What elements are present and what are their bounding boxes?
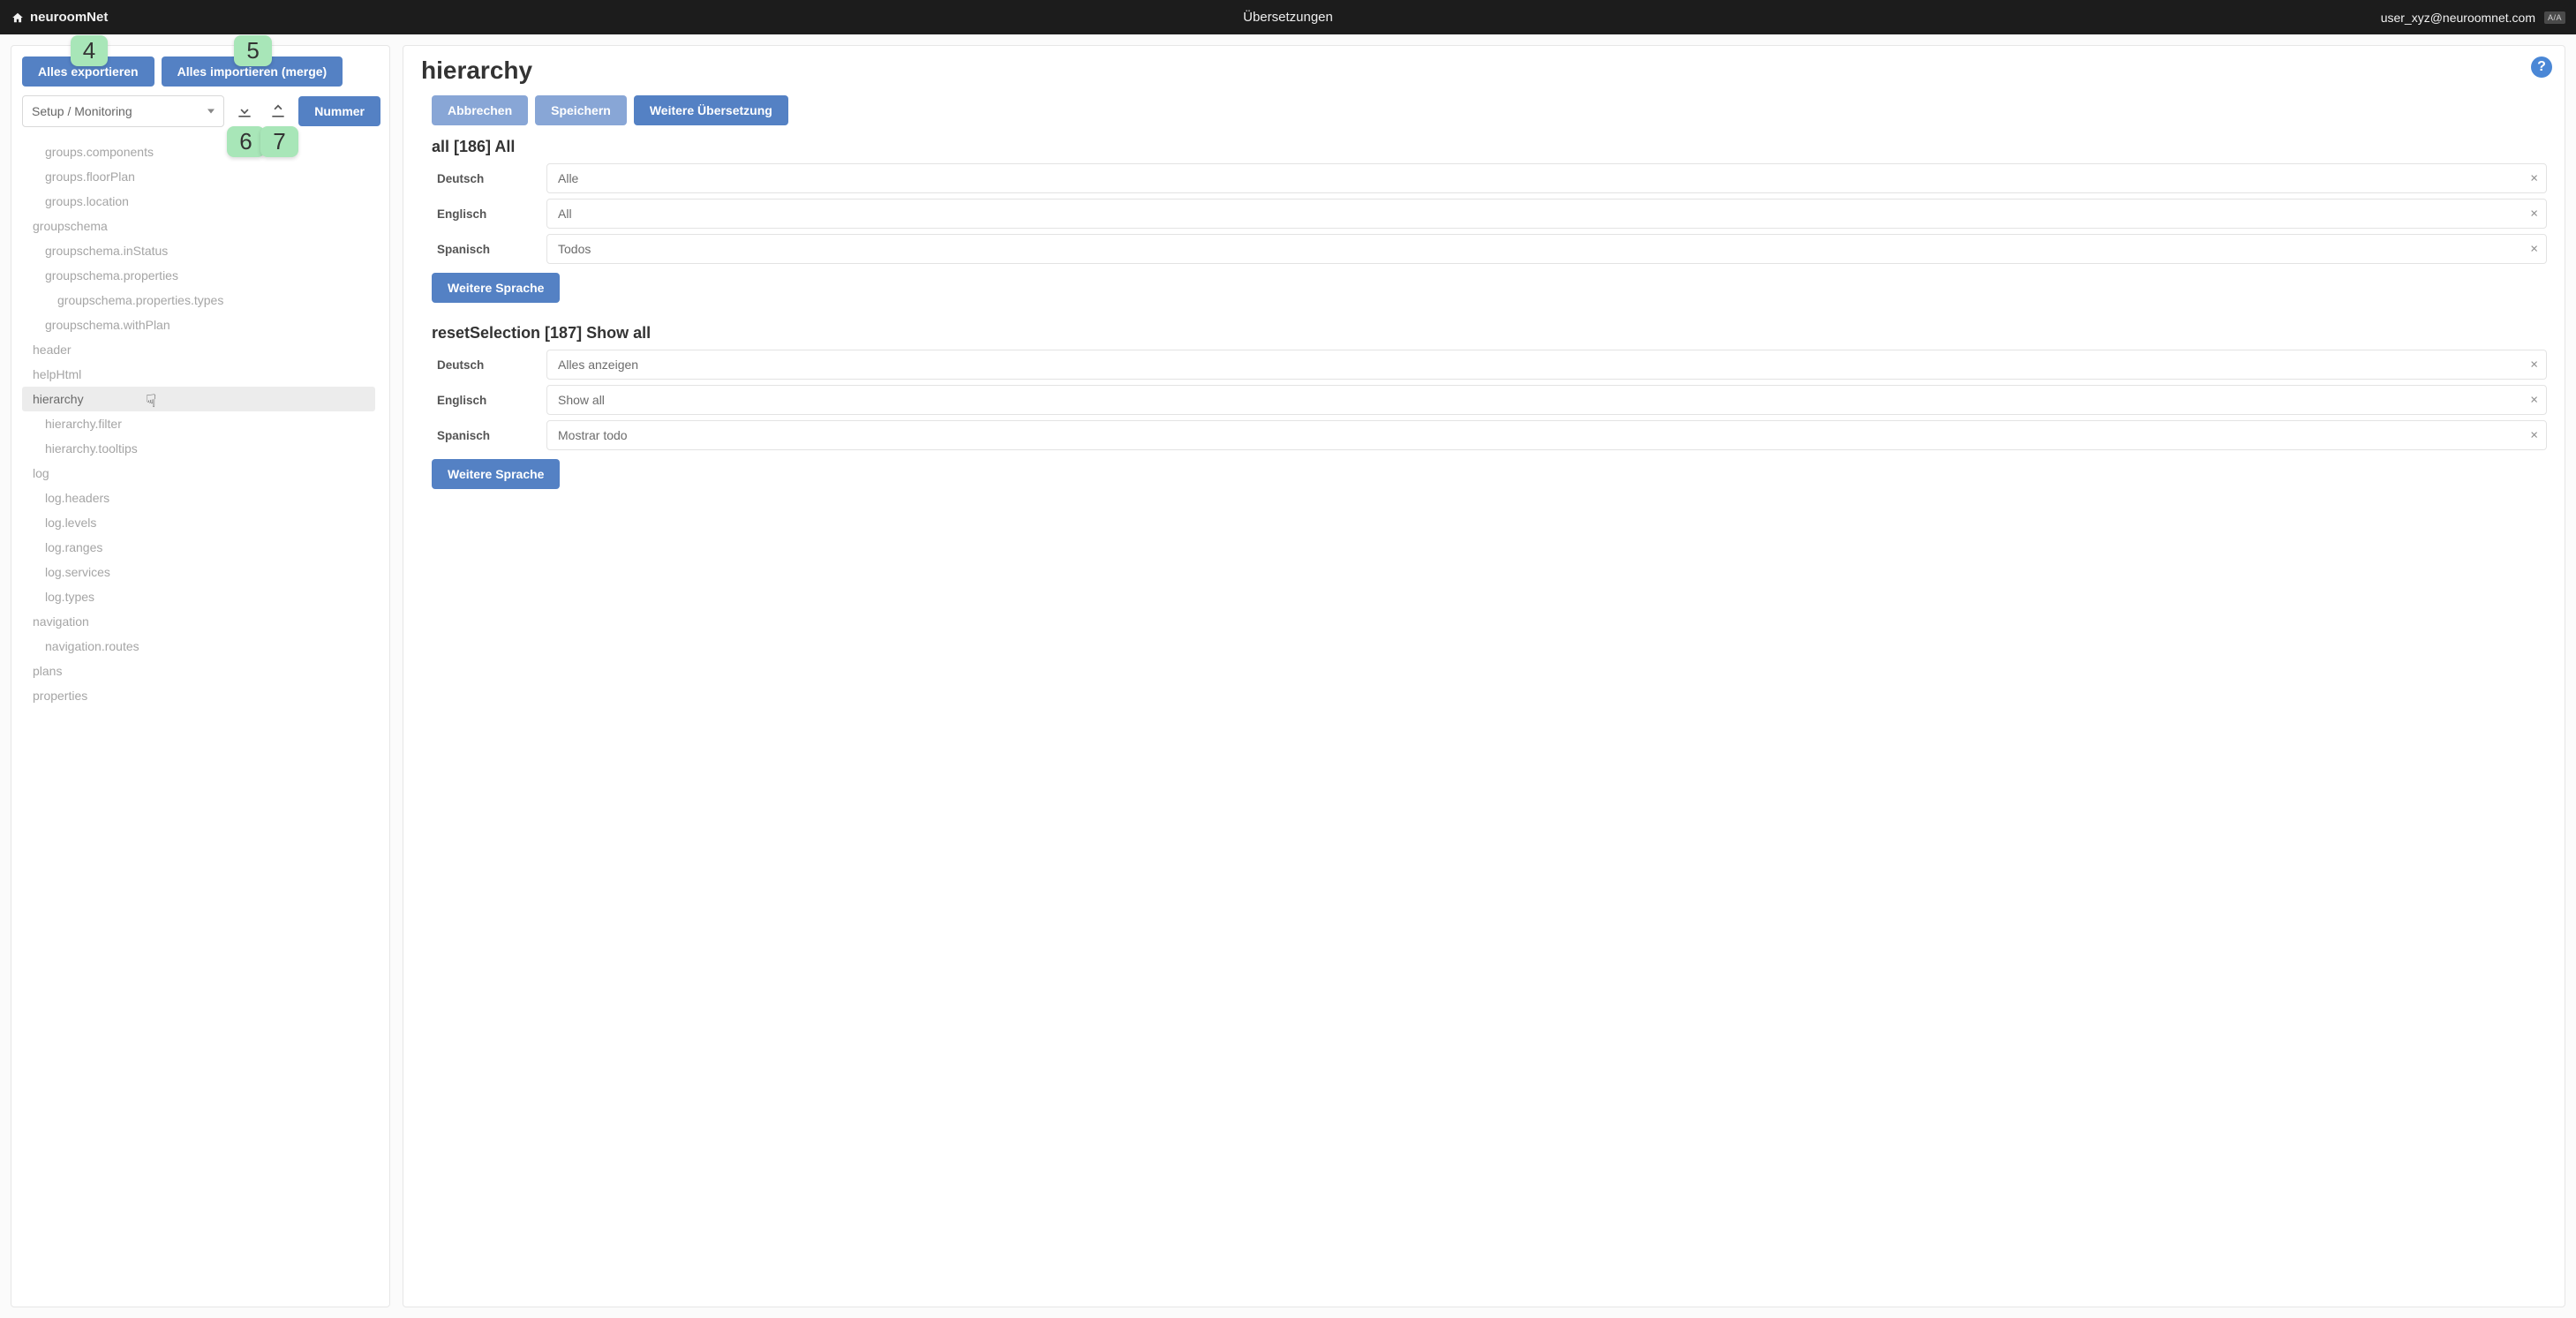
tree-item[interactable]: groups.location	[22, 189, 375, 214]
language-label: Spanisch	[432, 243, 546, 256]
translation-input-wrap: ×	[546, 420, 2547, 450]
more-language-button[interactable]: Weitere Sprache	[432, 273, 560, 303]
cancel-button[interactable]: Abbrechen	[432, 95, 528, 125]
save-button[interactable]: Speichern	[535, 95, 627, 125]
language-label: Englisch	[432, 394, 546, 407]
module-select[interactable]: Setup / Monitoring	[22, 95, 224, 127]
translation-input[interactable]	[546, 350, 2547, 380]
clear-icon[interactable]: ×	[2530, 172, 2538, 185]
more-translation-button[interactable]: Weitere Übersetzung	[634, 95, 788, 125]
export-all-button[interactable]: Alles exportieren	[22, 56, 154, 87]
topbar: neuroomNet Übersetzungen user_xyz@neuroo…	[0, 0, 2576, 34]
tree-item[interactable]: groupschema	[22, 214, 375, 238]
home-icon	[11, 11, 25, 24]
tree-item[interactable]: log.levels	[22, 510, 375, 535]
tree-item[interactable]: groupschema.withPlan	[22, 313, 375, 337]
translation-input[interactable]	[546, 420, 2547, 450]
tree-item[interactable]: groupschema.properties	[22, 263, 375, 288]
language-label: Deutsch	[432, 172, 546, 185]
chevron-down-icon	[207, 109, 215, 114]
help-icon[interactable]: ?	[2531, 56, 2552, 78]
translation-row: Deutsch ×	[432, 163, 2547, 193]
translation-row: Spanisch ×	[432, 234, 2547, 264]
language-label: Spanisch	[432, 429, 546, 442]
left-panel: Alles exportieren Alles importieren (mer…	[11, 45, 390, 1307]
tree-item[interactable]: log	[22, 461, 375, 486]
clear-icon[interactable]: ×	[2530, 243, 2538, 256]
clear-icon[interactable]: ×	[2530, 394, 2538, 407]
tree-item[interactable]: groups.components	[22, 139, 375, 164]
tree-item[interactable]: properties	[22, 683, 375, 708]
translation-input-wrap: ×	[546, 199, 2547, 229]
upload-icon[interactable]	[265, 98, 291, 124]
translation-row: Deutsch ×	[432, 350, 2547, 380]
right-panel: ? hierarchy Abbrechen Speichern Weitere …	[403, 45, 2565, 1307]
page-title: hierarchy	[421, 56, 2547, 85]
brand-label: neuroomNet	[30, 10, 108, 25]
tree-item[interactable]: groupschema.properties.types	[22, 288, 375, 313]
tree-item[interactable]: plans	[22, 659, 375, 683]
translation-input[interactable]	[546, 234, 2547, 264]
tree-item[interactable]: hierarchy.tooltips	[22, 436, 375, 461]
tree-item[interactable]: groupschema.inStatus	[22, 238, 375, 263]
clear-icon[interactable]: ×	[2530, 429, 2538, 442]
module-select-value: Setup / Monitoring	[32, 104, 132, 118]
translation-input-wrap: ×	[546, 350, 2547, 380]
tree-item[interactable]: hierarchy	[22, 387, 375, 411]
tree-item[interactable]: groups.floorPlan	[22, 164, 375, 189]
translation-input[interactable]	[546, 199, 2547, 229]
download-icon[interactable]	[231, 98, 258, 124]
language-label: Englisch	[432, 207, 546, 221]
more-language-button[interactable]: Weitere Sprache	[432, 459, 560, 489]
tree-item[interactable]: log.headers	[22, 486, 375, 510]
tree-item[interactable]: hierarchy.filter	[22, 411, 375, 436]
language-label: Deutsch	[432, 358, 546, 372]
clear-icon[interactable]: ×	[2530, 358, 2538, 372]
translation-input-wrap: ×	[546, 163, 2547, 193]
section-heading: resetSelection [187] Show all	[432, 324, 2547, 343]
tree-item[interactable]: log.services	[22, 560, 375, 584]
nummer-button[interactable]: Nummer	[298, 96, 380, 126]
translation-row: Englisch ×	[432, 199, 2547, 229]
translation-row: Englisch ×	[432, 385, 2547, 415]
language-badge[interactable]: A/A	[2544, 11, 2565, 24]
content-area: Alles exportieren Alles importieren (mer…	[0, 34, 2576, 1318]
clear-icon[interactable]: ×	[2530, 207, 2538, 221]
tree-item[interactable]: helpHtml	[22, 362, 375, 387]
translation-input-wrap: ×	[546, 234, 2547, 264]
import-all-button[interactable]: Alles importieren (merge)	[162, 56, 343, 87]
tree-item[interactable]: header	[22, 337, 375, 362]
translation-tree[interactable]: groups.componentsgroups.floorPlangroups.…	[22, 139, 380, 1296]
user-email[interactable]: user_xyz@neuroomnet.com	[2381, 11, 2535, 25]
translation-input-wrap: ×	[546, 385, 2547, 415]
tree-item[interactable]: navigation	[22, 609, 375, 634]
tree-item[interactable]: log.types	[22, 584, 375, 609]
tree-item[interactable]: navigation.routes	[22, 634, 375, 659]
page-header-title: Übersetzungen	[1243, 10, 1333, 25]
translation-input[interactable]	[546, 385, 2547, 415]
translation-row: Spanisch ×	[432, 420, 2547, 450]
translation-input[interactable]	[546, 163, 2547, 193]
brand-block[interactable]: neuroomNet	[11, 10, 108, 25]
section-heading: all [186] All	[432, 138, 2547, 156]
tree-item[interactable]: log.ranges	[22, 535, 375, 560]
